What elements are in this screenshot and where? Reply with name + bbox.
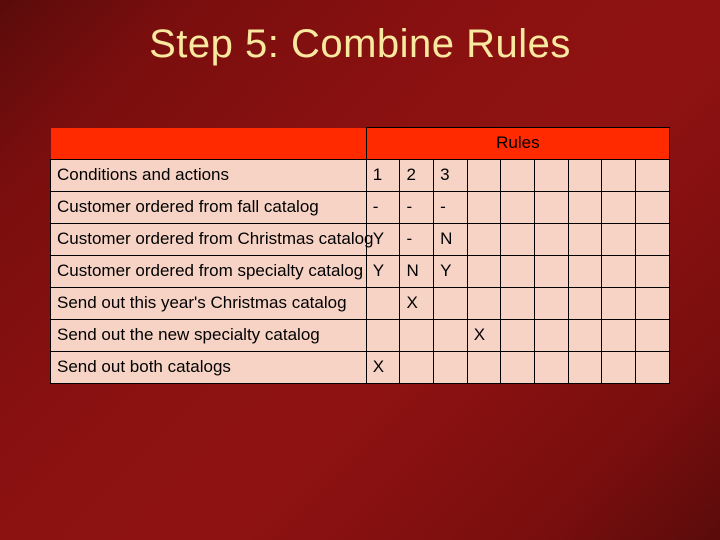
row-cell — [501, 288, 535, 320]
table-row: Send out this year's Christmas catalog X — [51, 288, 670, 320]
row-cell — [501, 224, 535, 256]
row-cell — [501, 256, 535, 288]
rules-header-cell: Rules — [366, 128, 669, 160]
row-cell — [501, 352, 535, 384]
row-cell — [467, 224, 501, 256]
row-cell — [636, 256, 670, 288]
row-cell — [568, 352, 602, 384]
table-row: Conditions and actions 1 2 3 — [51, 160, 670, 192]
row-cell — [602, 256, 636, 288]
table-row: Customer ordered from specialty catalog … — [51, 256, 670, 288]
row-cell — [501, 320, 535, 352]
table-header-row: Rules — [51, 128, 670, 160]
row-cell — [602, 320, 636, 352]
row-cell: - — [400, 224, 434, 256]
row-cell: X — [366, 352, 400, 384]
row-cell — [636, 224, 670, 256]
row-cell — [535, 320, 569, 352]
row-cell — [602, 192, 636, 224]
table-row: Send out both catalogs X — [51, 352, 670, 384]
row-cell — [400, 352, 434, 384]
row-cell — [366, 320, 400, 352]
row-cell — [467, 192, 501, 224]
row-label: Send out this year's Christmas catalog — [51, 288, 367, 320]
row-label: Send out the new specialty catalog — [51, 320, 367, 352]
row-cell: X — [400, 288, 434, 320]
row-cell — [467, 256, 501, 288]
row-cell — [467, 352, 501, 384]
row-cell: 3 — [434, 160, 468, 192]
row-label: Customer ordered from Christmas catalog — [51, 224, 367, 256]
row-cell: X — [467, 320, 501, 352]
row-cell — [636, 192, 670, 224]
row-label: Conditions and actions — [51, 160, 367, 192]
row-label: Customer ordered from fall catalog — [51, 192, 367, 224]
row-cell — [434, 352, 468, 384]
slide: Step 5: Combine Rules Rules Conditions a… — [0, 0, 720, 540]
row-cell — [535, 352, 569, 384]
row-cell — [568, 224, 602, 256]
row-cell — [602, 224, 636, 256]
row-cell — [501, 192, 535, 224]
row-label: Send out both catalogs — [51, 352, 367, 384]
table-row: Customer ordered from Christmas catalog … — [51, 224, 670, 256]
rules-table: Rules Conditions and actions 1 2 3 Custo… — [50, 127, 670, 384]
row-cell — [434, 320, 468, 352]
row-cell — [467, 288, 501, 320]
row-cell — [535, 256, 569, 288]
row-cell — [535, 160, 569, 192]
row-cell — [636, 320, 670, 352]
row-cell — [400, 320, 434, 352]
row-cell: N — [434, 224, 468, 256]
row-cell — [568, 192, 602, 224]
row-cell — [434, 288, 468, 320]
row-cell — [602, 160, 636, 192]
row-cell: N — [400, 256, 434, 288]
table-row: Customer ordered from fall catalog - - - — [51, 192, 670, 224]
table-row: Send out the new specialty catalog X — [51, 320, 670, 352]
slide-title: Step 5: Combine Rules — [50, 22, 670, 67]
row-cell — [467, 160, 501, 192]
row-cell: Y — [366, 256, 400, 288]
row-cell — [636, 160, 670, 192]
row-cell — [568, 256, 602, 288]
row-cell — [602, 288, 636, 320]
row-cell — [501, 160, 535, 192]
row-cell — [366, 288, 400, 320]
row-cell — [568, 320, 602, 352]
row-cell — [568, 160, 602, 192]
row-cell: 1 — [366, 160, 400, 192]
row-label: Customer ordered from specialty catalog — [51, 256, 367, 288]
row-cell — [636, 288, 670, 320]
row-cell — [568, 288, 602, 320]
row-cell — [535, 288, 569, 320]
row-cell — [602, 352, 636, 384]
row-cell: Y — [434, 256, 468, 288]
row-cell: - — [400, 192, 434, 224]
row-cell: - — [434, 192, 468, 224]
row-cell: - — [366, 192, 400, 224]
row-cell: 2 — [400, 160, 434, 192]
row-cell — [535, 192, 569, 224]
header-blank-cell — [51, 128, 367, 160]
row-cell — [636, 352, 670, 384]
row-cell — [535, 224, 569, 256]
